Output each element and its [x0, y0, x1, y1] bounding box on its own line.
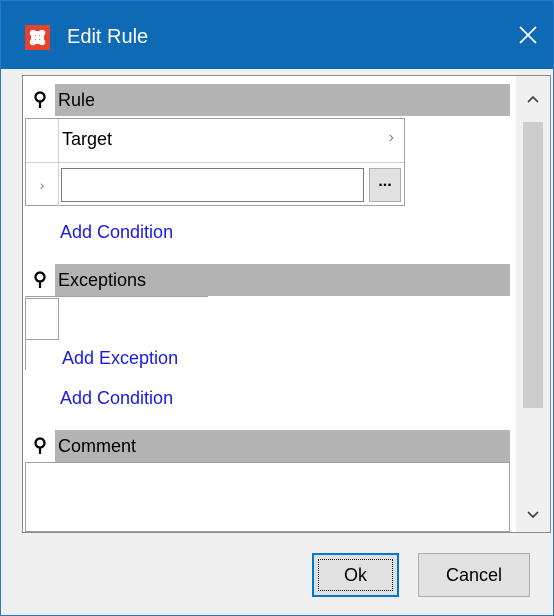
rule-property-grid: Target › › ...: [25, 118, 405, 206]
exceptions-section-header: Exceptions: [25, 264, 510, 296]
chevron-up-icon: [527, 95, 539, 103]
vertical-scrollbar[interactable]: [516, 76, 550, 532]
close-button[interactable]: [503, 15, 553, 59]
expand-arrow-icon[interactable]: ›: [389, 129, 394, 147]
comment-section-title: Comment: [55, 430, 510, 462]
grid-row-target[interactable]: Target ›: [26, 119, 404, 163]
exception-row-header: [25, 298, 59, 340]
close-icon: [518, 25, 538, 50]
grid-row-value: › ...: [26, 163, 404, 206]
scroll-down-button[interactable]: [516, 500, 550, 530]
value-input[interactable]: [61, 168, 364, 202]
rule-editor-panel: Rule Target › › ... Add Condition Except…: [22, 75, 551, 533]
browse-button[interactable]: ...: [369, 168, 401, 202]
rule-section-title: Rule: [55, 84, 510, 116]
exceptions-section-title: Exceptions: [55, 264, 510, 296]
app-logo-icon: [25, 25, 50, 50]
scroll-up-button[interactable]: [516, 84, 550, 114]
comment-textarea[interactable]: [25, 462, 510, 532]
add-exception-link[interactable]: Add Exception: [62, 348, 178, 369]
target-label: Target: [62, 129, 113, 149]
pin-icon[interactable]: [25, 84, 55, 116]
cancel-button-label: Cancel: [445, 564, 503, 585]
scroll-thumb[interactable]: [523, 122, 543, 408]
rule-section-header: Rule: [25, 84, 510, 116]
add-exception-condition-link[interactable]: Add Condition: [60, 388, 173, 409]
ok-button[interactable]: Ok: [312, 553, 399, 597]
chevron-down-icon: [527, 511, 539, 519]
row-header: [26, 119, 59, 162]
focus-rectangle: [318, 559, 393, 591]
title-bar: Edit Rule: [1, 1, 553, 69]
row-marker-icon: ›: [26, 163, 59, 206]
pin-icon[interactable]: [25, 264, 55, 296]
cancel-button[interactable]: Cancel: [418, 553, 530, 597]
add-condition-link[interactable]: Add Condition: [60, 222, 173, 243]
pin-icon[interactable]: [25, 430, 55, 462]
edit-rule-dialog: Edit Rule Rule Target › › ... Add Condit…: [0, 0, 554, 616]
comment-section-header: Comment: [25, 430, 510, 462]
window-title: Edit Rule: [67, 26, 149, 48]
